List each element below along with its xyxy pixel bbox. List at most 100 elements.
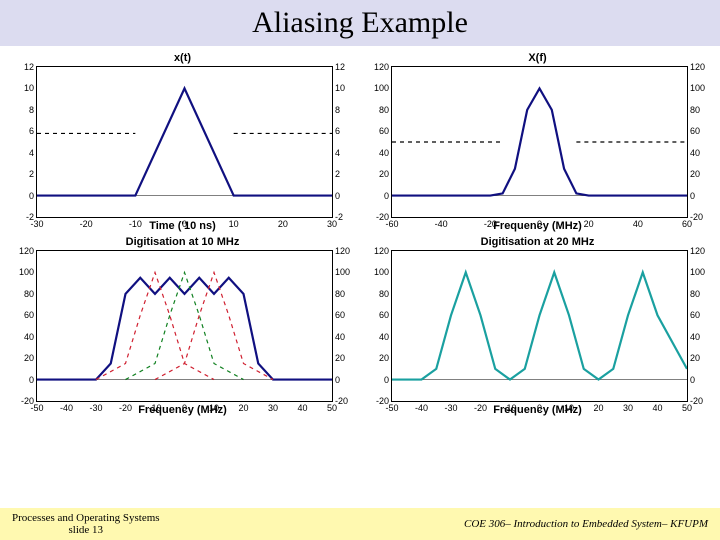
xtick: 10 — [564, 403, 574, 413]
ytick: 80 — [379, 105, 389, 115]
ytick: 12 — [335, 62, 345, 72]
footer-left: Processes and Operating Systems slide 13 — [12, 512, 160, 536]
ytick: 120 — [374, 246, 389, 256]
panel-br: Digitisation at 20 MHz -50-40-30-20-1001… — [363, 236, 712, 416]
ytick: 4 — [29, 148, 34, 158]
ytick: 100 — [19, 267, 34, 277]
xtick: 10 — [229, 219, 239, 229]
chart-title-br: Digitisation at 20 MHz — [363, 236, 712, 248]
ytick: 40 — [335, 332, 345, 342]
panel-bl: Digitisation at 10 MHz -50-40-30-20-1001… — [8, 236, 357, 416]
chart-title-bl: Digitisation at 10 MHz — [8, 236, 357, 248]
footer-left-line1: Processes and Operating Systems — [12, 512, 160, 524]
ytick: 40 — [690, 332, 700, 342]
xtick: 30 — [268, 403, 278, 413]
xtick: -20 — [119, 403, 132, 413]
ytick: 20 — [379, 169, 389, 179]
ytick: 60 — [379, 126, 389, 136]
ytick: 120 — [374, 62, 389, 72]
ytick: 2 — [335, 169, 340, 179]
ytick: 20 — [24, 353, 34, 363]
xtick: -20 — [80, 219, 93, 229]
ytick: 80 — [24, 289, 34, 299]
ytick: 60 — [379, 310, 389, 320]
xtick: 10 — [209, 403, 219, 413]
slide-title: Aliasing Example — [0, 0, 720, 46]
xtick: 40 — [652, 403, 662, 413]
xtick: -20 — [474, 403, 487, 413]
chart-grid: x(t) -30-20-100102030-2024681012-2024681… — [0, 46, 720, 422]
ytick: 0 — [29, 375, 34, 385]
ytick: 80 — [690, 289, 700, 299]
ytick: 60 — [335, 310, 345, 320]
xtick: 20 — [238, 403, 248, 413]
ytick: 20 — [379, 353, 389, 363]
ytick: 8 — [335, 105, 340, 115]
xtick: -20 — [484, 219, 497, 229]
xtick: -40 — [435, 219, 448, 229]
ytick: 20 — [335, 353, 345, 363]
xtick: 0 — [537, 403, 542, 413]
ytick: 0 — [690, 375, 695, 385]
xtick: -10 — [129, 219, 142, 229]
ytick: 20 — [690, 353, 700, 363]
ytick: -20 — [376, 396, 389, 406]
xtick: 40 — [633, 219, 643, 229]
footer-left-line2: slide 13 — [12, 524, 160, 536]
ytick: 10 — [335, 83, 345, 93]
xtick: -40 — [60, 403, 73, 413]
xtick: 0 — [537, 219, 542, 229]
panel-tr: X(f) -60-40-200204060-20020406080100120-… — [363, 52, 712, 232]
ytick: 100 — [335, 267, 350, 277]
xtick: -30 — [89, 403, 102, 413]
plot-tr: -60-40-200204060-20020406080100120-20020… — [391, 66, 688, 218]
ytick: 120 — [19, 246, 34, 256]
ytick: 100 — [690, 83, 705, 93]
ytick: 8 — [29, 105, 34, 115]
xtick: -40 — [415, 403, 428, 413]
ytick: 12 — [24, 62, 34, 72]
ytick: 10 — [24, 83, 34, 93]
ytick: 60 — [690, 126, 700, 136]
ytick: 0 — [384, 191, 389, 201]
ytick: -20 — [690, 396, 703, 406]
ytick: 80 — [379, 289, 389, 299]
xtick: 20 — [584, 219, 594, 229]
xtick: 40 — [297, 403, 307, 413]
xtick: 30 — [623, 403, 633, 413]
xtick: 20 — [593, 403, 603, 413]
chart-title-tl: x(t) — [8, 52, 357, 64]
xtick: -30 — [444, 403, 457, 413]
panel-tl: x(t) -30-20-100102030-2024681012-2024681… — [8, 52, 357, 232]
ytick: 0 — [335, 375, 340, 385]
ytick: 6 — [335, 126, 340, 136]
ytick: -20 — [376, 212, 389, 222]
xtick: 20 — [278, 219, 288, 229]
xtick: -10 — [148, 403, 161, 413]
ytick: 6 — [29, 126, 34, 136]
plot-tl: -30-20-100102030-2024681012-2024681012 — [36, 66, 333, 218]
ytick: 120 — [690, 246, 705, 256]
ytick: 20 — [690, 169, 700, 179]
ytick: 120 — [335, 246, 350, 256]
plot-bl: -50-40-30-20-1001020304050-2002040608010… — [36, 250, 333, 402]
ytick: 60 — [690, 310, 700, 320]
ytick: 80 — [690, 105, 700, 115]
ytick: 40 — [690, 148, 700, 158]
footer: Processes and Operating Systems slide 13… — [0, 508, 720, 540]
ytick: -20 — [335, 396, 348, 406]
ytick: 40 — [379, 332, 389, 342]
plot-br: -50-40-30-20-1001020304050-2002040608010… — [391, 250, 688, 402]
ytick: 40 — [24, 332, 34, 342]
ytick: 0 — [29, 191, 34, 201]
footer-right: COE 306– Introduction to Embedded System… — [464, 518, 708, 530]
chart-title-tr: X(f) — [363, 52, 712, 64]
ytick: 120 — [690, 62, 705, 72]
ytick: -2 — [26, 212, 34, 222]
xtick: 0 — [182, 403, 187, 413]
ytick: 0 — [384, 375, 389, 385]
ytick: 100 — [690, 267, 705, 277]
ytick: 40 — [379, 148, 389, 158]
ytick: 60 — [24, 310, 34, 320]
ytick: 100 — [374, 83, 389, 93]
